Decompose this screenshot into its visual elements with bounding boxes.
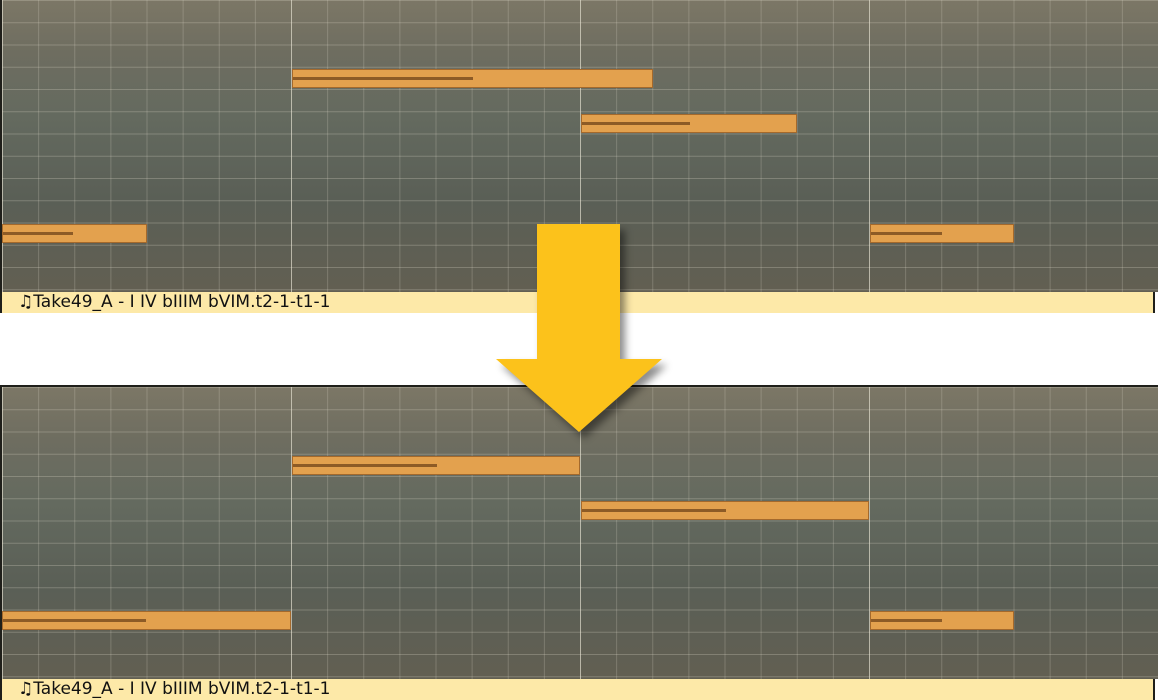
- clip-name: ♫Take49_A - I IV bIIIM bVIM.t2-1-t1-1: [18, 679, 331, 699]
- midi-note-2[interactable]: [292, 456, 580, 475]
- velocity-bar: [582, 509, 726, 512]
- velocity-bar: [582, 122, 690, 125]
- midi-note-2[interactable]: [292, 69, 653, 88]
- velocity-bar: [293, 464, 437, 467]
- down-arrow-icon: [496, 224, 662, 432]
- midi-note-3[interactable]: [581, 114, 797, 133]
- velocity-bar: [3, 232, 73, 235]
- velocity-bar: [871, 232, 942, 235]
- velocity-bar: [871, 619, 942, 622]
- midi-note-1[interactable]: [2, 224, 147, 243]
- midi-clip-after: ♫Take49_A - I IV bIIIM bVIM.t2-1-t1-1: [0, 385, 1158, 700]
- midi-note-1[interactable]: [2, 611, 291, 630]
- arrow-shape: [496, 224, 662, 432]
- midi-note-3[interactable]: [581, 501, 869, 520]
- clip-label-bar[interactable]: ♫Take49_A - I IV bIIIM bVIM.t2-1-t1-1: [0, 679, 1155, 700]
- velocity-bar: [3, 619, 146, 622]
- velocity-bar: [293, 77, 473, 80]
- midi-note-4[interactable]: [870, 224, 1014, 243]
- midi-note-4[interactable]: [870, 611, 1014, 630]
- clip-name: ♫Take49_A - I IV bIIIM bVIM.t2-1-t1-1: [18, 292, 331, 312]
